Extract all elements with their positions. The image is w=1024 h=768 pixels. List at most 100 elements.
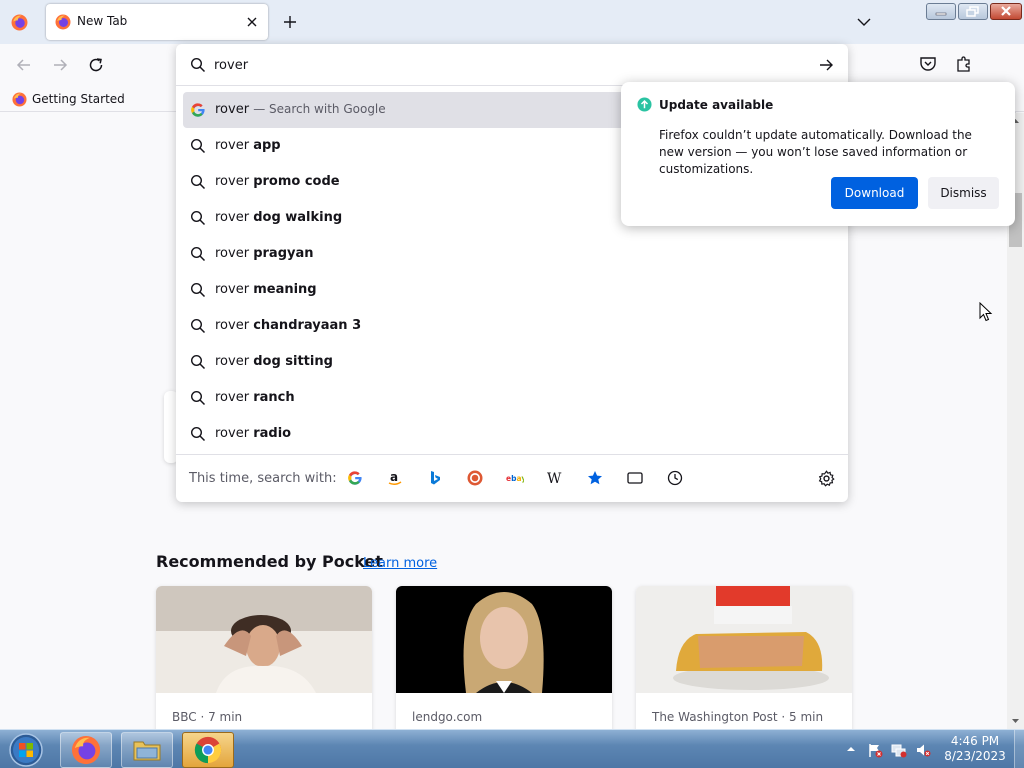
firefox-logo-icon xyxy=(71,735,101,765)
taskbar-chrome-button[interactable] xyxy=(182,732,234,768)
tab-new-tab[interactable]: New Tab xyxy=(46,4,268,40)
bookmark-label: Getting Started xyxy=(32,92,125,106)
result-row[interactable]: rover ranch xyxy=(183,380,841,416)
card-source: BBC · 7 min xyxy=(172,710,243,724)
firefox-logo-icon[interactable] xyxy=(11,14,28,31)
extensions-puzzle-icon[interactable] xyxy=(954,54,974,74)
svg-text:a: a xyxy=(390,470,398,484)
search-icon xyxy=(190,390,206,406)
mouse-cursor-icon xyxy=(979,302,993,322)
result-text: rover meaning xyxy=(215,282,317,297)
bookmarks-icon[interactable] xyxy=(586,469,604,487)
one-off-label: This time, search with: xyxy=(189,471,337,486)
download-button[interactable]: Download xyxy=(831,177,918,209)
tab-title: New Tab xyxy=(77,14,128,28)
back-arrow-icon[interactable] xyxy=(15,56,33,74)
reload-icon[interactable] xyxy=(87,56,105,74)
svg-text:W: W xyxy=(547,471,562,486)
pocket-card[interactable]: The Washington Post · 5 min xyxy=(636,586,852,729)
window-close-button[interactable] xyxy=(990,3,1022,20)
taskbar-explorer-button[interactable] xyxy=(121,732,173,768)
search-icon xyxy=(190,174,206,190)
tabs-icon[interactable] xyxy=(626,469,644,487)
result-row[interactable]: rover chandrayaan 3 xyxy=(183,308,841,344)
card-image xyxy=(156,586,372,693)
system-clock[interactable]: 4:46 PM 8/23/2023 xyxy=(940,734,1010,764)
result-text: rover dog sitting xyxy=(215,354,333,369)
show-desktop-button[interactable] xyxy=(1014,730,1024,768)
clock-time: 4:46 PM xyxy=(950,734,1000,748)
search-icon xyxy=(190,210,206,226)
forward-arrow-icon[interactable] xyxy=(51,56,69,74)
folder-icon xyxy=(132,737,162,763)
update-message: Firefox couldn’t update automatically. D… xyxy=(659,128,972,176)
history-icon[interactable] xyxy=(666,469,684,487)
learn-more-link[interactable]: Learn more xyxy=(363,556,437,571)
volume-muted-icon[interactable] xyxy=(915,742,931,758)
result-action: — Search with Google xyxy=(253,102,386,116)
pocket-heading: Recommended by Pocket xyxy=(156,552,383,571)
window-restore-button[interactable] xyxy=(958,3,988,20)
network-icon[interactable] xyxy=(891,742,907,758)
update-available-panel: Update available Firefox couldn’t update… xyxy=(621,82,1015,226)
update-title: Update available xyxy=(659,98,774,112)
address-input[interactable] xyxy=(214,55,794,75)
firefox-favicon-icon xyxy=(55,14,71,30)
search-icon xyxy=(190,354,206,370)
dismiss-button[interactable]: Dismiss xyxy=(928,177,999,209)
action-center-flag-icon[interactable] xyxy=(867,742,883,758)
search-icon xyxy=(190,426,206,442)
window-minimize-button[interactable] xyxy=(926,3,956,20)
card-source: lendgo.com xyxy=(412,710,483,724)
result-text: rover pragyan xyxy=(215,246,314,261)
one-off-search-bar: This time, search with: a ebay W xyxy=(176,454,848,502)
result-row[interactable]: rover meaning xyxy=(183,272,841,308)
search-icon xyxy=(190,138,206,154)
search-icon xyxy=(190,246,206,262)
google-icon xyxy=(190,102,206,118)
card-source: The Washington Post · 5 min xyxy=(652,710,824,724)
taskbar-firefox-button[interactable] xyxy=(60,732,112,768)
search-icon xyxy=(190,318,206,334)
duckduckgo-icon[interactable] xyxy=(466,469,484,487)
result-text: rover radio xyxy=(215,426,292,441)
pocket-card[interactable]: lendgo.com xyxy=(396,586,612,729)
windows-taskbar: 4:46 PM 8/23/2023 xyxy=(0,729,1024,768)
result-text: rover dog walking xyxy=(215,210,343,225)
result-text: rover promo code xyxy=(215,174,340,189)
update-arrow-icon xyxy=(637,97,652,112)
google-icon[interactable] xyxy=(346,469,364,487)
go-arrow-icon[interactable] xyxy=(818,57,834,73)
new-tab-plus-icon[interactable] xyxy=(280,12,300,32)
ebay-icon[interactable]: ebay xyxy=(506,469,524,487)
result-text: rover app xyxy=(215,138,281,153)
card-image xyxy=(636,586,852,693)
result-text: rover — Search with Google xyxy=(215,102,386,117)
chrome-logo-icon xyxy=(194,736,222,764)
pocket-card[interactable]: BBC · 7 min xyxy=(156,586,372,729)
card-image xyxy=(396,586,612,693)
search-icon xyxy=(190,282,206,298)
result-row[interactable]: rover dog sitting xyxy=(183,344,841,380)
start-button-icon[interactable] xyxy=(6,732,46,768)
show-hidden-icons-icon[interactable] xyxy=(846,744,862,760)
tab-strip: New Tab xyxy=(0,0,1024,44)
result-row[interactable]: rover pragyan xyxy=(183,236,841,272)
clock-date: 8/23/2023 xyxy=(944,749,1006,763)
search-icon xyxy=(190,57,206,73)
close-tab-icon[interactable] xyxy=(245,15,259,29)
result-text: rover ranch xyxy=(215,390,295,405)
result-text: rover chandrayaan 3 xyxy=(215,318,362,333)
bookmark-getting-started[interactable]: Getting Started xyxy=(12,91,125,107)
chevron-down-icon[interactable] xyxy=(856,14,872,30)
scroll-down-arrow-icon[interactable] xyxy=(1011,716,1020,725)
urlbar xyxy=(176,44,848,86)
svg-text:ebay: ebay xyxy=(506,474,524,483)
result-row[interactable]: rover radio xyxy=(183,416,841,452)
gear-icon[interactable] xyxy=(818,470,835,487)
firefox-favicon-icon xyxy=(12,91,27,107)
wikipedia-icon[interactable]: W xyxy=(546,469,564,487)
bing-icon[interactable] xyxy=(426,469,444,487)
pocket-icon[interactable] xyxy=(918,54,938,74)
amazon-icon[interactable]: a xyxy=(386,469,404,487)
